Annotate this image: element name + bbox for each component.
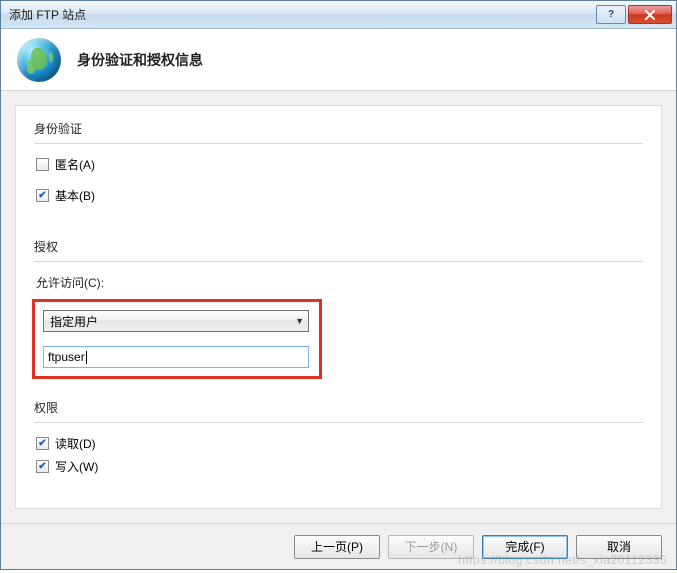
close-button[interactable] [628, 5, 672, 24]
next-button: 下一步(N) [388, 535, 474, 559]
finish-button-label: 完成(F) [505, 538, 544, 555]
anonymous-checkbox-row[interactable]: 匿名(A) [36, 156, 643, 173]
cancel-button-label: 取消 [607, 538, 631, 555]
content-area: 身份验证 匿名(A) 基本(B) 授权 允许访问(C): 指定用户 ▼ [1, 91, 676, 523]
chevron-down-icon: ▼ [295, 316, 304, 326]
titlebar-buttons: ? [594, 5, 672, 24]
footer: 上一页(P) 下一步(N) 完成(F) 取消 [1, 523, 676, 569]
write-checkbox[interactable] [36, 460, 49, 473]
divider [34, 143, 643, 144]
divider [34, 261, 643, 262]
finish-button[interactable]: 完成(F) [482, 535, 568, 559]
highlight-box: 指定用户 ▼ ftpuser [32, 299, 322, 379]
page-title: 身份验证和授权信息 [77, 50, 203, 70]
window-title: 添加 FTP 站点 [9, 6, 594, 23]
basic-checkbox[interactable] [36, 189, 49, 202]
authorization-group-label: 授权 [34, 238, 643, 255]
help-button[interactable]: ? [596, 5, 626, 24]
write-label: 写入(W) [55, 458, 98, 475]
dialog-window: 添加 FTP 站点 ? 身份验证和授权信息 身份验证 匿名(A) 基本(B) [0, 0, 677, 570]
user-input[interactable]: ftpuser [43, 346, 309, 368]
basic-checkbox-row[interactable]: 基本(B) [36, 187, 643, 204]
write-checkbox-row[interactable]: 写入(W) [36, 458, 643, 475]
basic-label: 基本(B) [55, 187, 95, 204]
read-checkbox-row[interactable]: 读取(D) [36, 435, 643, 452]
titlebar[interactable]: 添加 FTP 站点 ? [1, 1, 676, 29]
anonymous-checkbox[interactable] [36, 158, 49, 171]
prev-button-label: 上一页(P) [311, 538, 363, 555]
read-label: 读取(D) [55, 435, 96, 452]
read-checkbox[interactable] [36, 437, 49, 450]
divider [34, 422, 643, 423]
wizard-header: 身份验证和授权信息 [1, 29, 676, 91]
auth-group-label: 身份验证 [34, 120, 643, 137]
user-input-value: ftpuser [48, 350, 85, 364]
anonymous-label: 匿名(A) [55, 156, 95, 173]
allow-access-label: 允许访问(C): [36, 274, 643, 291]
next-button-label: 下一步(N) [405, 538, 458, 555]
prev-button[interactable]: 上一页(P) [294, 535, 380, 559]
text-caret [86, 351, 87, 364]
close-icon [644, 10, 656, 20]
dropdown-selected: 指定用户 [50, 313, 98, 330]
cancel-button[interactable]: 取消 [576, 535, 662, 559]
form-panel: 身份验证 匿名(A) 基本(B) 授权 允许访问(C): 指定用户 ▼ [15, 105, 662, 509]
allow-access-dropdown[interactable]: 指定用户 ▼ [43, 310, 309, 332]
globe-icon [17, 38, 61, 82]
permissions-group-label: 权限 [34, 399, 643, 416]
